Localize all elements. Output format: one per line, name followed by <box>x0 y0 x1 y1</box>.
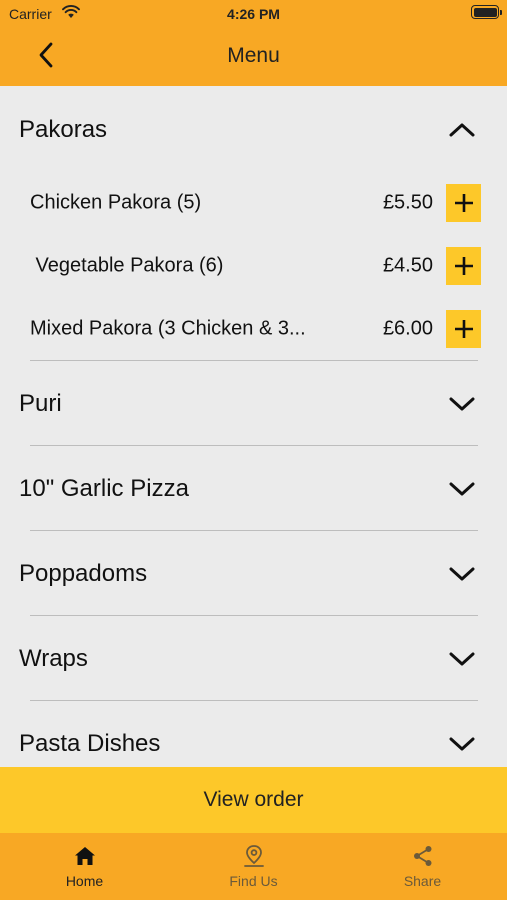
plus-icon <box>454 257 473 275</box>
section-title: Pakoras <box>19 116 108 143</box>
tab-label: Home <box>65 873 104 889</box>
battery-icon <box>471 5 502 19</box>
share-icon <box>410 843 436 869</box>
tab-share[interactable]: Share <box>338 833 507 900</box>
divider <box>30 530 478 531</box>
section-title: Wraps <box>19 645 88 672</box>
item-price: £6.00 <box>382 317 433 340</box>
menu-item: Vegetable Pakora (6) £4.50 <box>0 246 507 286</box>
status-bar: Carrier 4:26 PM <box>0 0 507 28</box>
home-icon <box>72 843 98 869</box>
chevron-down-icon <box>447 564 477 584</box>
divider <box>30 700 478 701</box>
chevron-down-icon <box>447 734 477 754</box>
section-header-garlic-pizza[interactable]: 10" Garlic Pizza <box>0 459 507 519</box>
tab-find-us[interactable]: Find Us <box>169 833 338 900</box>
section-title: Poppadoms <box>19 560 148 587</box>
chevron-up-icon <box>447 120 477 140</box>
tab-home[interactable]: Home <box>0 833 169 900</box>
item-price: £4.50 <box>382 254 433 277</box>
item-name: Mixed Pakora (3 Chicken & 3... <box>30 317 306 340</box>
add-item-button[interactable] <box>446 247 481 285</box>
section-header-poppadoms[interactable]: Poppadoms <box>0 544 507 604</box>
menu-list[interactable]: Pakoras Chicken Pakora (5) £5.50 Vegetab… <box>0 86 507 767</box>
section-title: Pasta Dishes <box>19 730 161 757</box>
menu-item: Mixed Pakora (3 Chicken & 3... £6.00 <box>0 309 507 349</box>
tab-label: Share <box>403 873 442 889</box>
tab-label: Find Us <box>229 873 278 889</box>
divider <box>30 615 478 616</box>
tab-bar: Home Find Us Share <box>0 833 507 900</box>
section-header-pasta-dishes[interactable]: Pasta Dishes <box>0 714 507 767</box>
plus-icon <box>454 320 473 338</box>
view-order-button[interactable]: View order <box>0 767 507 833</box>
divider <box>30 360 478 361</box>
nav-bar: Menu <box>0 28 507 86</box>
chevron-down-icon <box>447 479 477 499</box>
item-name: Chicken Pakora (5) <box>30 191 202 214</box>
clock: 4:26 PM <box>227 6 280 22</box>
section-title: 10" Garlic Pizza <box>19 475 189 502</box>
item-price: £5.50 <box>382 191 433 214</box>
section-header-puri[interactable]: Puri <box>0 374 507 434</box>
location-pin-icon <box>241 843 267 869</box>
item-name: Vegetable Pakora (6) <box>30 254 224 277</box>
section-header-wraps[interactable]: Wraps <box>0 629 507 689</box>
section-header-pakoras[interactable]: Pakoras <box>0 100 507 160</box>
divider <box>30 445 478 446</box>
add-item-button[interactable] <box>446 310 481 348</box>
menu-item: Chicken Pakora (5) £5.50 <box>0 183 507 223</box>
chevron-down-icon <box>447 649 477 669</box>
section-title: Puri <box>19 390 62 417</box>
page-title: Menu <box>227 44 280 67</box>
add-item-button[interactable] <box>446 184 481 222</box>
plus-icon <box>454 194 473 212</box>
chevron-down-icon <box>447 394 477 414</box>
